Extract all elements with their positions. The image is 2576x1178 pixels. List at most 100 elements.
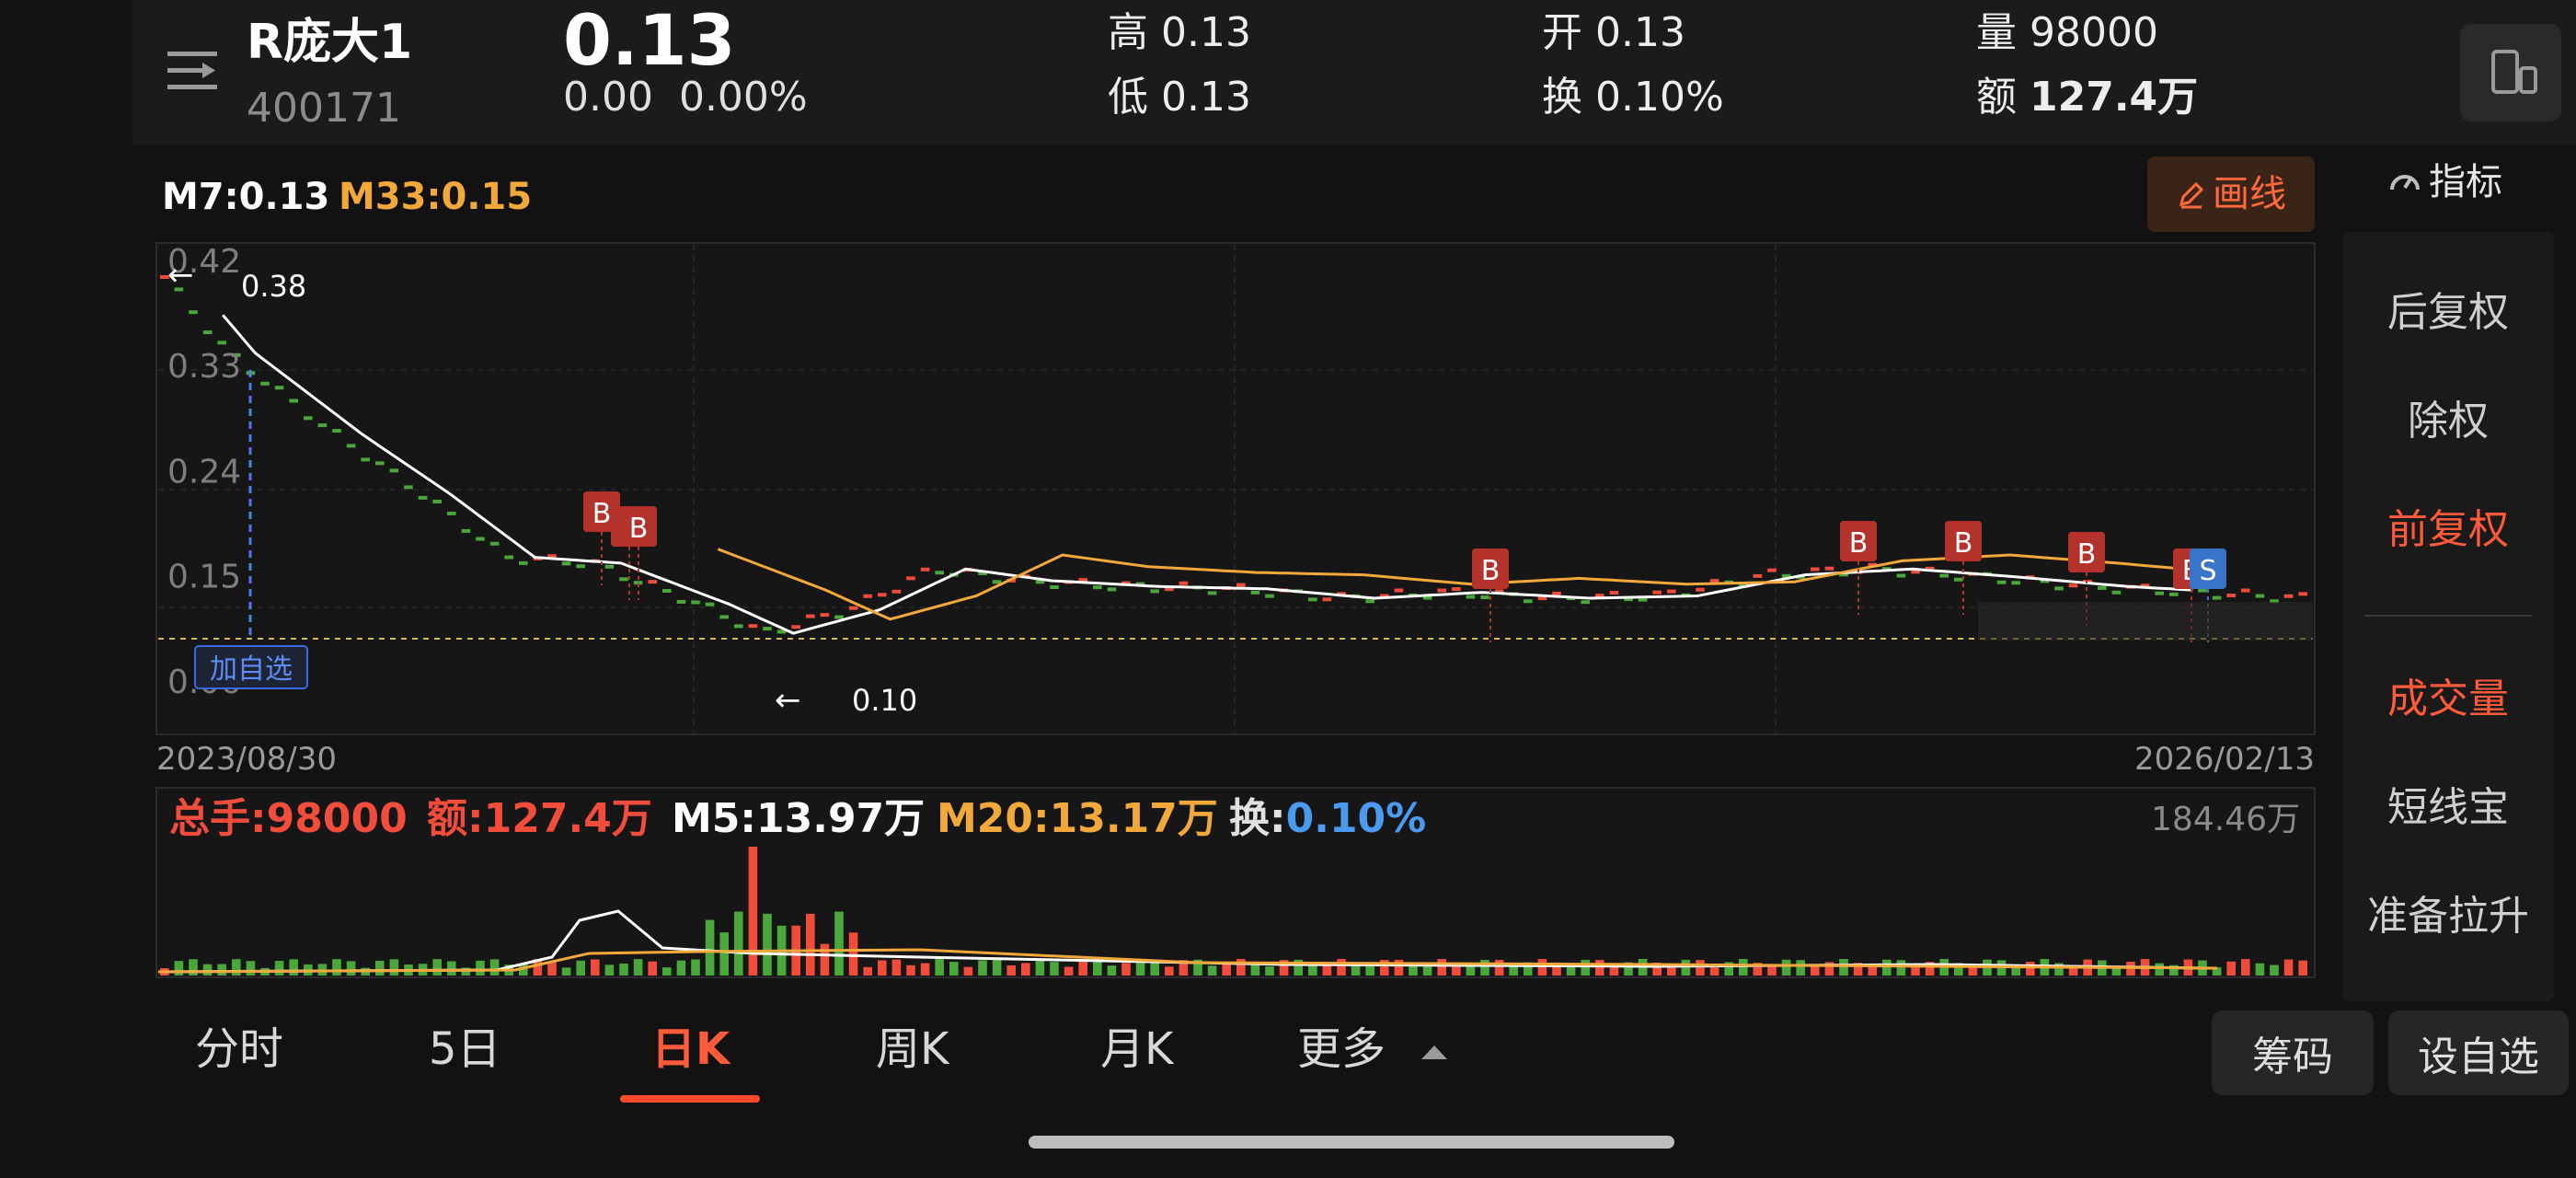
candle	[1996, 580, 2007, 584]
tab-more[interactable]: 更多	[1297, 1027, 1449, 1071]
side-ex-rights[interactable]: 除权	[2342, 401, 2554, 442]
tab-5day[interactable]: 5日	[429, 1027, 501, 1071]
volume-bar	[1006, 964, 1016, 976]
volume-bar	[2298, 960, 2307, 976]
candle	[317, 423, 328, 428]
candle	[1365, 599, 1374, 604]
side-divider	[2364, 615, 2532, 617]
volume-bar	[1207, 965, 1217, 976]
candle	[2255, 594, 2265, 598]
volume-bar	[1796, 960, 1805, 976]
chips-button[interactable]: 筹码	[2212, 1011, 2374, 1095]
tab-daily-k[interactable]: 日K	[651, 1027, 730, 1071]
candle	[1150, 589, 1159, 594]
add-watch-badge[interactable]: 加自选	[194, 645, 308, 689]
y-tick-label: 0.33	[167, 348, 241, 386]
indicator-button[interactable]: 指标	[2386, 164, 2502, 201]
candle	[2298, 592, 2307, 596]
volume-bar	[1064, 966, 1074, 976]
candle	[1652, 590, 1662, 595]
side-forward-adjust[interactable]: 前复权	[2342, 510, 2554, 550]
volume-bar	[1265, 966, 1274, 976]
volume-bar	[1494, 959, 1504, 976]
side-short-term[interactable]: 短线宝	[2342, 788, 2554, 828]
candle	[734, 624, 743, 629]
volume-bar	[1437, 959, 1446, 976]
volume-bar	[2283, 959, 2294, 976]
add-watchlist-button[interactable]: 设自选	[2388, 1011, 2569, 1095]
tab-weekly-k[interactable]: 周K	[876, 1027, 949, 1071]
volume-bar	[1595, 960, 1604, 976]
candle	[1811, 567, 1820, 572]
vol-total-value: 98000	[266, 795, 408, 842]
vol-amount: 额:127.4万	[427, 799, 652, 839]
candle	[260, 381, 270, 386]
kline-chart[interactable]: BBBBBBBBS 0.420.330.240.150.06 ← 0.38 ← …	[0, 0, 2337, 994]
volume-bar	[1050, 962, 1059, 976]
side-volume[interactable]: 成交量	[2342, 679, 2554, 720]
vol-m5-label: M5:	[672, 795, 756, 842]
tab-monthly-k[interactable]: 月K	[1100, 1027, 1173, 1071]
candle	[1107, 587, 1117, 592]
caret-up-icon	[1421, 1045, 1448, 1059]
candle	[202, 330, 213, 335]
volume-bar	[576, 960, 585, 976]
volume-bar	[848, 932, 858, 976]
candle	[1552, 591, 1561, 595]
vol-turnover-label: 换:	[1229, 795, 1286, 842]
active-tab-indicator	[620, 1095, 760, 1103]
side-ready-rise[interactable]: 准备拉升	[2342, 896, 2554, 937]
candle	[1609, 591, 1619, 595]
volume-bar	[189, 959, 198, 976]
tab-intraday[interactable]: 分时	[195, 1027, 283, 1071]
device-rotate-button[interactable]	[2460, 24, 2561, 121]
candle	[1265, 594, 1274, 598]
vol-total: 总手:98000	[169, 799, 408, 839]
volume-bar	[719, 932, 729, 976]
volume-bar	[1581, 959, 1590, 976]
candle	[705, 602, 715, 606]
candle	[935, 571, 944, 575]
candle	[1696, 587, 1705, 592]
gauge-icon	[2390, 175, 2420, 191]
volume-bar	[891, 959, 902, 976]
volume-bar	[619, 963, 628, 976]
vol-amount-label: 额:	[427, 795, 484, 842]
volume-bar	[949, 962, 959, 976]
side-back-adjust[interactable]: 后复权	[2342, 293, 2554, 333]
candle	[389, 468, 399, 473]
volume-bar	[375, 960, 385, 976]
candle	[489, 541, 500, 546]
volume-bar	[1121, 963, 1131, 976]
candle	[361, 457, 370, 462]
candle	[1093, 585, 1102, 590]
volume-bar	[920, 963, 930, 976]
candle	[1236, 583, 1246, 587]
candle	[848, 606, 858, 610]
candle	[820, 613, 830, 618]
marker-text: B	[1481, 555, 1501, 587]
candle	[648, 580, 657, 584]
candle	[2011, 581, 2020, 585]
candle	[1896, 573, 1906, 578]
volume-bar	[174, 961, 184, 976]
marker-text: B	[2077, 538, 2097, 571]
volume-bar	[1882, 959, 1892, 976]
volume-bar	[633, 959, 643, 976]
volume-bar	[878, 960, 887, 976]
volume-bar	[834, 911, 844, 976]
volume-bar	[935, 959, 944, 976]
home-indicator	[1029, 1136, 1674, 1149]
volume-bar	[1839, 959, 1848, 976]
range-highlight	[1978, 602, 2313, 641]
candle	[834, 615, 844, 619]
candle	[748, 624, 758, 629]
volume-bar	[389, 959, 399, 976]
marker-text: S	[2199, 555, 2216, 587]
volume-max-label: 184.46万	[2151, 801, 2300, 838]
volume-bar	[2026, 962, 2035, 976]
candle	[1581, 600, 1590, 605]
volume-bar	[662, 967, 672, 976]
volume-bar	[2255, 963, 2265, 976]
marker-text: B	[1849, 527, 1869, 560]
